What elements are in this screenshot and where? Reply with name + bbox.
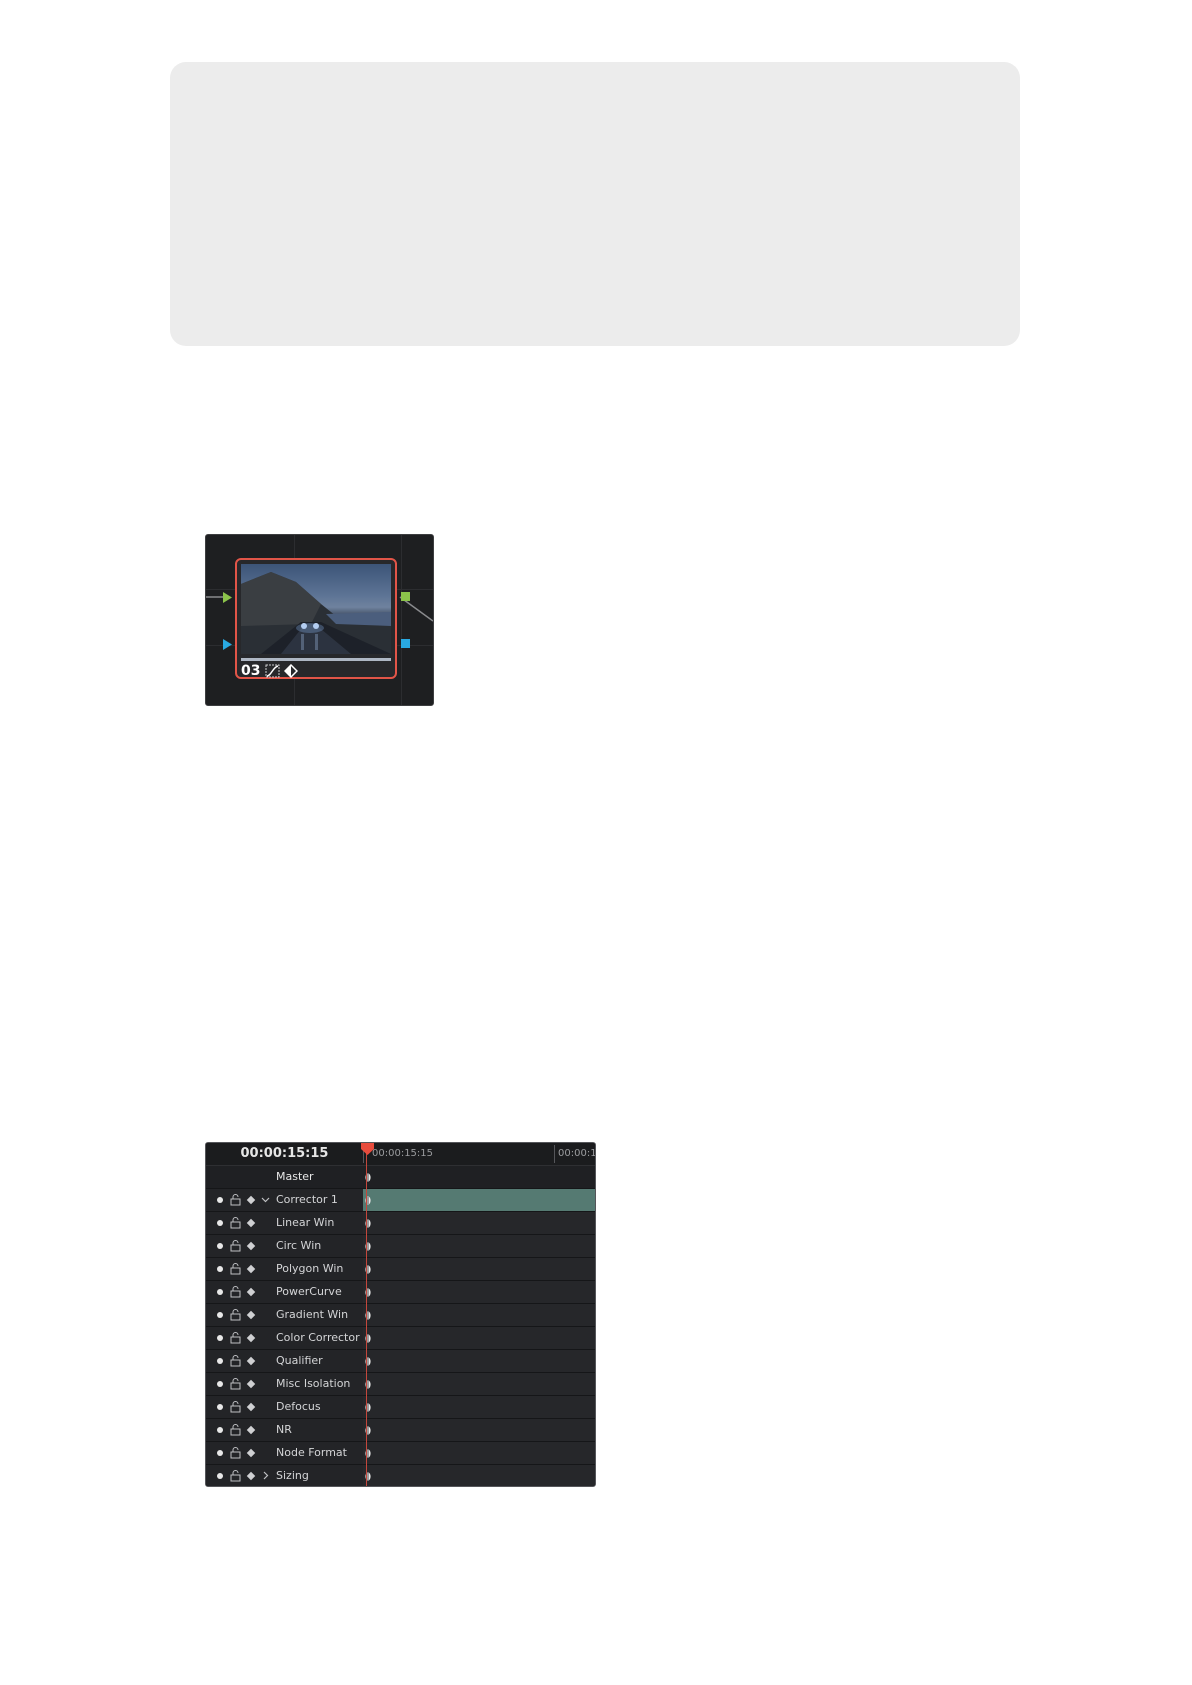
track-row[interactable]: Polygon Win [206, 1258, 595, 1281]
enable-dot-icon[interactable] [217, 1289, 223, 1295]
node-graph-view[interactable]: 03 [205, 534, 434, 706]
rgb-input-port[interactable] [223, 592, 233, 603]
enable-dot-icon[interactable] [217, 1266, 223, 1272]
lock-icon[interactable] [230, 1240, 241, 1252]
playhead-marker[interactable] [361, 1143, 374, 1155]
track-label: Linear Win [276, 1216, 335, 1229]
lock-icon[interactable] [230, 1401, 241, 1413]
track-row[interactable]: Gradient Win [206, 1304, 595, 1327]
lock-icon[interactable] [230, 1286, 241, 1298]
current-timecode: 00:00:15:15 [240, 1146, 329, 1161]
keyframes-panel[interactable]: 00:00:15:15 00:00:15:15 00:00:1 Master Co… [205, 1142, 596, 1487]
track-row[interactable]: Linear Win [206, 1212, 595, 1235]
track-label: Color Corrector [276, 1331, 360, 1344]
lock-icon[interactable] [230, 1355, 241, 1367]
enable-dot-icon[interactable] [217, 1312, 223, 1318]
rgb-output-port[interactable] [401, 592, 410, 601]
track-label: Gradient Win [276, 1308, 349, 1321]
timecode-ruler[interactable]: 00:00:15:15 00:00:15:15 00:00:1 [206, 1143, 595, 1166]
track-label: Circ Win [276, 1239, 322, 1252]
track-row[interactable]: Misc Isolation [206, 1373, 595, 1396]
track-label: Polygon Win [276, 1262, 344, 1275]
key-output-port[interactable] [401, 639, 410, 648]
enable-dot-icon[interactable] [217, 1358, 223, 1364]
enable-dot-icon[interactable] [217, 1404, 223, 1410]
enable-dot-icon[interactable] [217, 1335, 223, 1341]
track-row-master[interactable]: Master [206, 1166, 595, 1189]
track-label: Qualifier [276, 1354, 323, 1367]
track-row[interactable]: NR [206, 1419, 595, 1442]
curve-icon [265, 664, 280, 678]
enable-dot-icon[interactable] [217, 1450, 223, 1456]
track-row[interactable]: Qualifier [206, 1350, 595, 1373]
node-thumbnail [241, 564, 391, 654]
enable-dot-icon[interactable] [217, 1220, 223, 1226]
track-label: PowerCurve [276, 1285, 342, 1298]
key-input-port[interactable] [223, 639, 233, 650]
node-number: 03 [241, 663, 261, 679]
chevron-down-icon[interactable] [261, 1195, 270, 1204]
lock-icon[interactable] [230, 1378, 241, 1390]
lock-icon[interactable] [230, 1332, 241, 1344]
track-label: NR [276, 1423, 292, 1436]
lock-icon[interactable] [230, 1424, 241, 1436]
chevron-right-icon[interactable] [261, 1471, 270, 1480]
track-label: Master [276, 1170, 314, 1183]
track-label: Misc Isolation [276, 1377, 351, 1390]
track-row[interactable]: Circ Win [206, 1235, 595, 1258]
enable-dot-icon[interactable] [217, 1381, 223, 1387]
lock-icon[interactable] [230, 1263, 241, 1275]
track-label: Defocus [276, 1400, 321, 1413]
track-row[interactable]: Node Format [206, 1442, 595, 1465]
track-row[interactable]: Color Corrector [206, 1327, 595, 1350]
ruler-label: 00:00:1 [558, 1148, 596, 1159]
track-row[interactable]: Sizing [206, 1465, 595, 1486]
track-row[interactable]: Defocus [206, 1396, 595, 1419]
track-row[interactable]: Corrector 1 [206, 1189, 595, 1212]
enable-dot-icon[interactable] [217, 1427, 223, 1433]
playhead-line[interactable] [366, 1143, 367, 1486]
enable-dot-icon[interactable] [217, 1473, 223, 1479]
enable-dot-icon[interactable] [217, 1243, 223, 1249]
track-label: Sizing [276, 1469, 309, 1482]
lock-icon[interactable] [230, 1309, 241, 1321]
ruler-label: 00:00:15:15 [372, 1148, 434, 1159]
lock-icon[interactable] [230, 1470, 241, 1482]
lock-icon[interactable] [230, 1194, 241, 1206]
track-label: Corrector 1 [276, 1193, 338, 1206]
track-label: Node Format [276, 1446, 347, 1459]
lock-icon[interactable] [230, 1217, 241, 1229]
track-row[interactable]: PowerCurve [206, 1281, 595, 1304]
enable-dot-icon[interactable] [217, 1197, 223, 1203]
note-box [170, 62, 1020, 346]
keyframe-icon [284, 664, 298, 678]
corrector-node[interactable]: 03 [235, 558, 397, 679]
node-progress-bar [241, 658, 391, 661]
lock-icon[interactable] [230, 1447, 241, 1459]
